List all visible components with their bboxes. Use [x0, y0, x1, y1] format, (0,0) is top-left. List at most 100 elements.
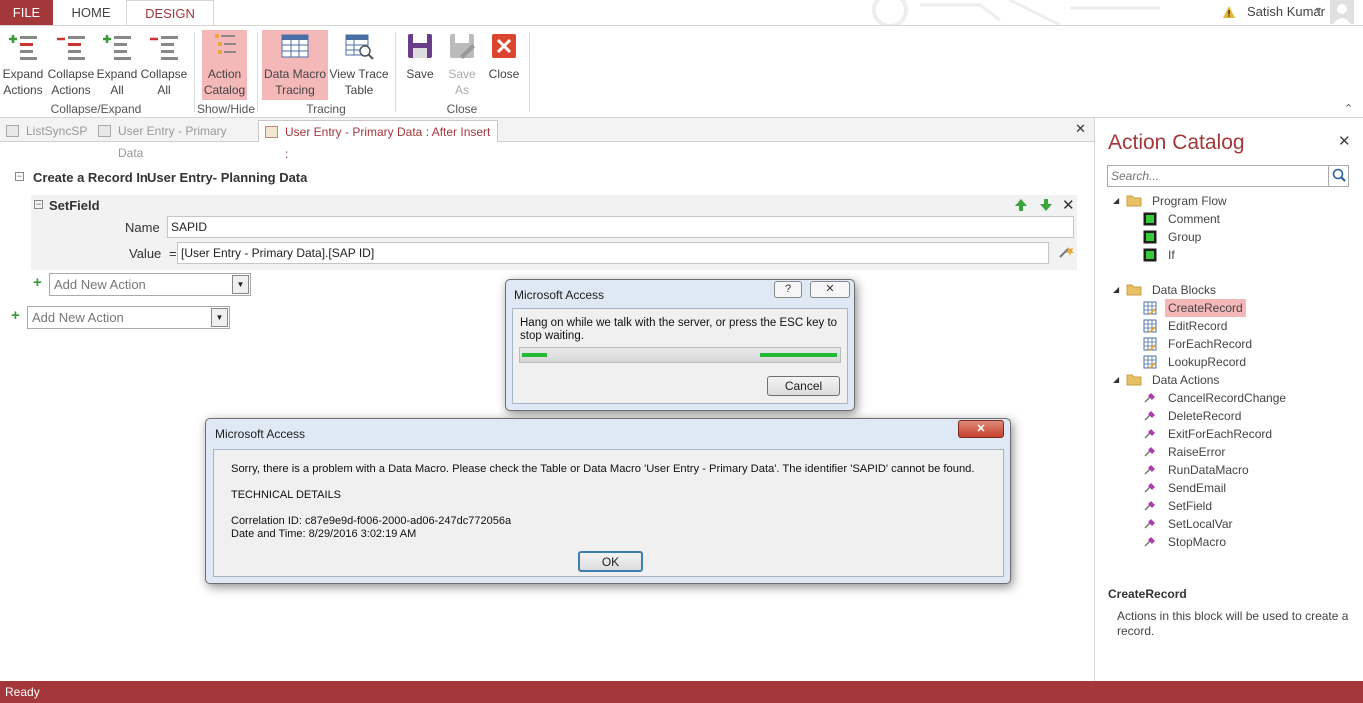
catalog-item[interactable]: StopMacro [1165, 533, 1229, 551]
catalog-item[interactable]: EditRecord [1165, 317, 1230, 335]
search-icon[interactable] [1328, 166, 1348, 186]
close-button[interactable]: Close [486, 30, 522, 82]
data-action-icon [1143, 517, 1157, 531]
status-bar: Ready [0, 681, 1363, 703]
move-up-icon[interactable] [1014, 198, 1028, 215]
expand-all-button[interactable]: Expand All [96, 30, 138, 98]
expand-actions-button[interactable]: Expand Actions [2, 30, 44, 98]
correlation-id: Correlation ID: c87e9e9d-f006-2000-ad06-… [231, 515, 512, 527]
doc-tab-after-insert[interactable]: User Entry - Primary Data : After Insert… [258, 120, 498, 161]
catalog-item[interactable]: RunDataMacro [1165, 461, 1252, 479]
close-icon: ✕ [825, 283, 835, 295]
help-button[interactable]: ? [774, 281, 802, 298]
catalog-item[interactable]: SendEmail [1165, 479, 1229, 497]
value-equals: = [169, 246, 177, 261]
expression-builder-icon[interactable] [1058, 245, 1074, 262]
group-label-tracing: Tracing [306, 102, 346, 116]
folder-icon [1126, 194, 1142, 210]
name-field[interactable]: SAPID [167, 216, 1074, 238]
save-icon [404, 30, 436, 62]
error-dialog-title: Microsoft Access [215, 427, 306, 441]
data-macro-tracing-label: Data Macro Tracing [263, 67, 327, 97]
setfield-collapse-toggle[interactable]: − [34, 200, 43, 209]
view-trace-table-button[interactable]: View Trace Table [328, 30, 390, 98]
expand-toggle-icon[interactable]: ◢ [1113, 285, 1119, 294]
add-new-action-inner-combo[interactable]: Add New Action ▼ [49, 273, 251, 296]
name-label: Name [125, 220, 160, 235]
close-document-icon[interactable]: ✕ [1075, 121, 1086, 137]
catalog-item[interactable]: SetLocalVar [1165, 515, 1235, 533]
catalog-item[interactable]: CreateRecord [1165, 299, 1246, 317]
close-pane-icon[interactable]: ✕ [1338, 132, 1351, 150]
data-macro-tracing-button[interactable]: Data Macro Tracing [262, 30, 328, 100]
catalog-item[interactable]: RaiseError [1165, 443, 1228, 461]
error-dialog: Microsoft Access ✕ Sorry, there is a pro… [205, 418, 1011, 584]
user-dropdown-icon[interactable]: ▼ [1314, 5, 1323, 15]
error-dialog-body: Sorry, there is a problem with a Data Ma… [213, 449, 1004, 577]
form-icon [98, 125, 111, 137]
chevron-down-icon[interactable]: ▼ [232, 275, 249, 294]
progress-fill-right [760, 353, 837, 357]
value-field[interactable]: [User Entry - Primary Data].[SAP ID] [177, 242, 1049, 264]
cancel-button[interactable]: Cancel [767, 376, 840, 396]
create-record-collapse-toggle[interactable]: − [15, 172, 24, 181]
setfield-label: SetField [49, 198, 100, 213]
add-new-action-inner-label: Add New Action [54, 277, 146, 292]
ok-button[interactable]: OK [578, 551, 643, 572]
macro-icon [265, 126, 278, 138]
chevron-down-icon[interactable]: ▼ [211, 308, 228, 327]
collapse-actions-button[interactable]: Collapse Actions [46, 30, 96, 98]
create-record-target[interactable]: User Entry- Planning Data [147, 170, 307, 185]
folder-icon [1126, 373, 1142, 389]
catalog-item[interactable]: SetField [1165, 497, 1215, 515]
wait-dialog-title: Microsoft Access [514, 288, 605, 302]
wait-dialog-message: Hang on while we talk with the server, o… [520, 317, 838, 342]
data-action-icon [1143, 499, 1157, 513]
close-icon [488, 30, 520, 62]
data-macro-tracing-icon [279, 30, 311, 62]
tab-design[interactable]: DESIGN [126, 0, 214, 26]
delete-action-icon[interactable]: ✕ [1062, 196, 1075, 214]
add-action-plus-icon: + [33, 274, 42, 291]
catalog-group-label[interactable]: Program Flow [1152, 192, 1227, 210]
catalog-item[interactable]: Group [1165, 228, 1204, 246]
view-trace-table-label: View Trace Table [329, 67, 389, 97]
collapse-all-button[interactable]: Collapse All [140, 30, 188, 98]
save-as-button[interactable]: Save As [443, 30, 481, 98]
doc-tab-user-entry[interactable]: User Entry - Primary Data [92, 120, 254, 160]
catalog-group-label[interactable]: Data Actions [1152, 371, 1219, 389]
catalog-item[interactable]: LookupRecord [1165, 353, 1249, 371]
tab-file[interactable]: FILE [0, 0, 53, 25]
program-flow-icon [1143, 248, 1157, 262]
wait-dialog: Microsoft Access ? ✕ Hang on while we ta… [505, 279, 855, 411]
expand-toggle-icon[interactable]: ◢ [1113, 196, 1119, 205]
expand-toggle-icon[interactable]: ◢ [1113, 375, 1119, 384]
move-down-icon[interactable] [1039, 198, 1053, 215]
error-dialog-close-button[interactable]: ✕ [958, 420, 1004, 438]
save-button[interactable]: Save [402, 30, 438, 82]
error-datetime: Date and Time: 8/29/2016 3:02:19 AM [231, 528, 417, 540]
warning-icon[interactable] [1222, 5, 1236, 22]
catalog-group-label[interactable]: Data Blocks [1152, 281, 1216, 299]
catalog-search-input[interactable] [1108, 166, 1324, 186]
catalog-tree: ◢ Program Flow Comment Group If ◢ Data Blocks C… [1095, 192, 1363, 552]
avatar[interactable] [1330, 0, 1354, 24]
save-label: Save [406, 67, 434, 81]
catalog-item[interactable]: CancelRecordChange [1165, 389, 1289, 407]
catalog-item[interactable]: Comment [1165, 210, 1223, 228]
collapse-all-label: Collapse All [140, 67, 188, 97]
catalog-item[interactable]: ExitForEachRecord [1165, 425, 1275, 443]
group-separator [529, 32, 530, 112]
data-action-icon [1143, 409, 1157, 423]
wait-dialog-close-button[interactable]: ✕ [810, 281, 850, 298]
catalog-item[interactable]: ForEachRecord [1165, 335, 1255, 353]
collapse-ribbon-icon[interactable]: ⌃ [1344, 102, 1353, 115]
create-record-label: Create a Record In [33, 170, 148, 185]
add-new-action-outer-combo[interactable]: Add New Action ▼ [27, 306, 230, 329]
doc-tab-listsyncsp[interactable]: ListSyncSP [0, 120, 88, 142]
action-catalog-button[interactable]: Action Catalog [202, 30, 247, 100]
catalog-item[interactable]: If [1165, 246, 1178, 264]
catalog-item[interactable]: DeleteRecord [1165, 407, 1244, 425]
action-catalog-icon [209, 30, 241, 62]
tab-home[interactable]: HOME [56, 0, 126, 25]
